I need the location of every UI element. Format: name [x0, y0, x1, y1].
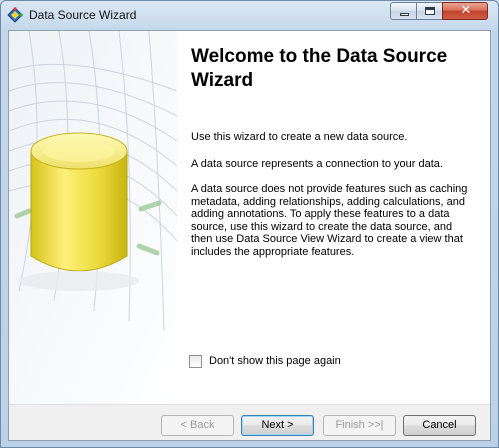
minimize-button[interactable]	[390, 2, 417, 20]
maximize-button[interactable]	[416, 2, 443, 20]
title-bar[interactable]: Data Source Wizard ✕	[1, 1, 498, 30]
wizard-button-bar: < Back Next > Finish >>| Cancel	[9, 404, 490, 440]
intro-paragraph: Use this wizard to create a new data sou…	[191, 131, 408, 143]
dont-show-again-checkbox[interactable]	[189, 355, 202, 368]
wizard-content: Welcome to the Data Source Wizard Use th…	[177, 31, 490, 404]
maximize-icon	[425, 7, 435, 15]
window-title: Data Source Wizard	[29, 8, 137, 22]
page-heading: Welcome to the Data Source Wizard	[191, 46, 448, 91]
close-icon: ✕	[460, 3, 472, 18]
details-paragraph: A data source does not provide features …	[191, 183, 468, 258]
cancel-button[interactable]: Cancel	[403, 415, 476, 436]
wizard-window: Data Source Wizard ✕ Welcome to the Data…	[0, 0, 499, 448]
data-source-wizard-icon	[7, 7, 23, 23]
back-button[interactable]: < Back	[161, 415, 234, 436]
finish-button[interactable]: Finish >>|	[323, 415, 396, 436]
dont-show-again-label[interactable]: Don't show this page again	[209, 355, 341, 367]
next-button[interactable]: Next >	[241, 415, 314, 436]
close-button[interactable]: ✕	[442, 2, 488, 20]
wizard-client-area: Welcome to the Data Source Wizard Use th…	[8, 30, 491, 441]
definition-paragraph: A data source represents a connection to…	[191, 158, 443, 170]
data-source-cylinder-illustration	[9, 31, 177, 404]
minimize-icon	[400, 13, 409, 16]
wizard-side-banner	[9, 31, 177, 404]
